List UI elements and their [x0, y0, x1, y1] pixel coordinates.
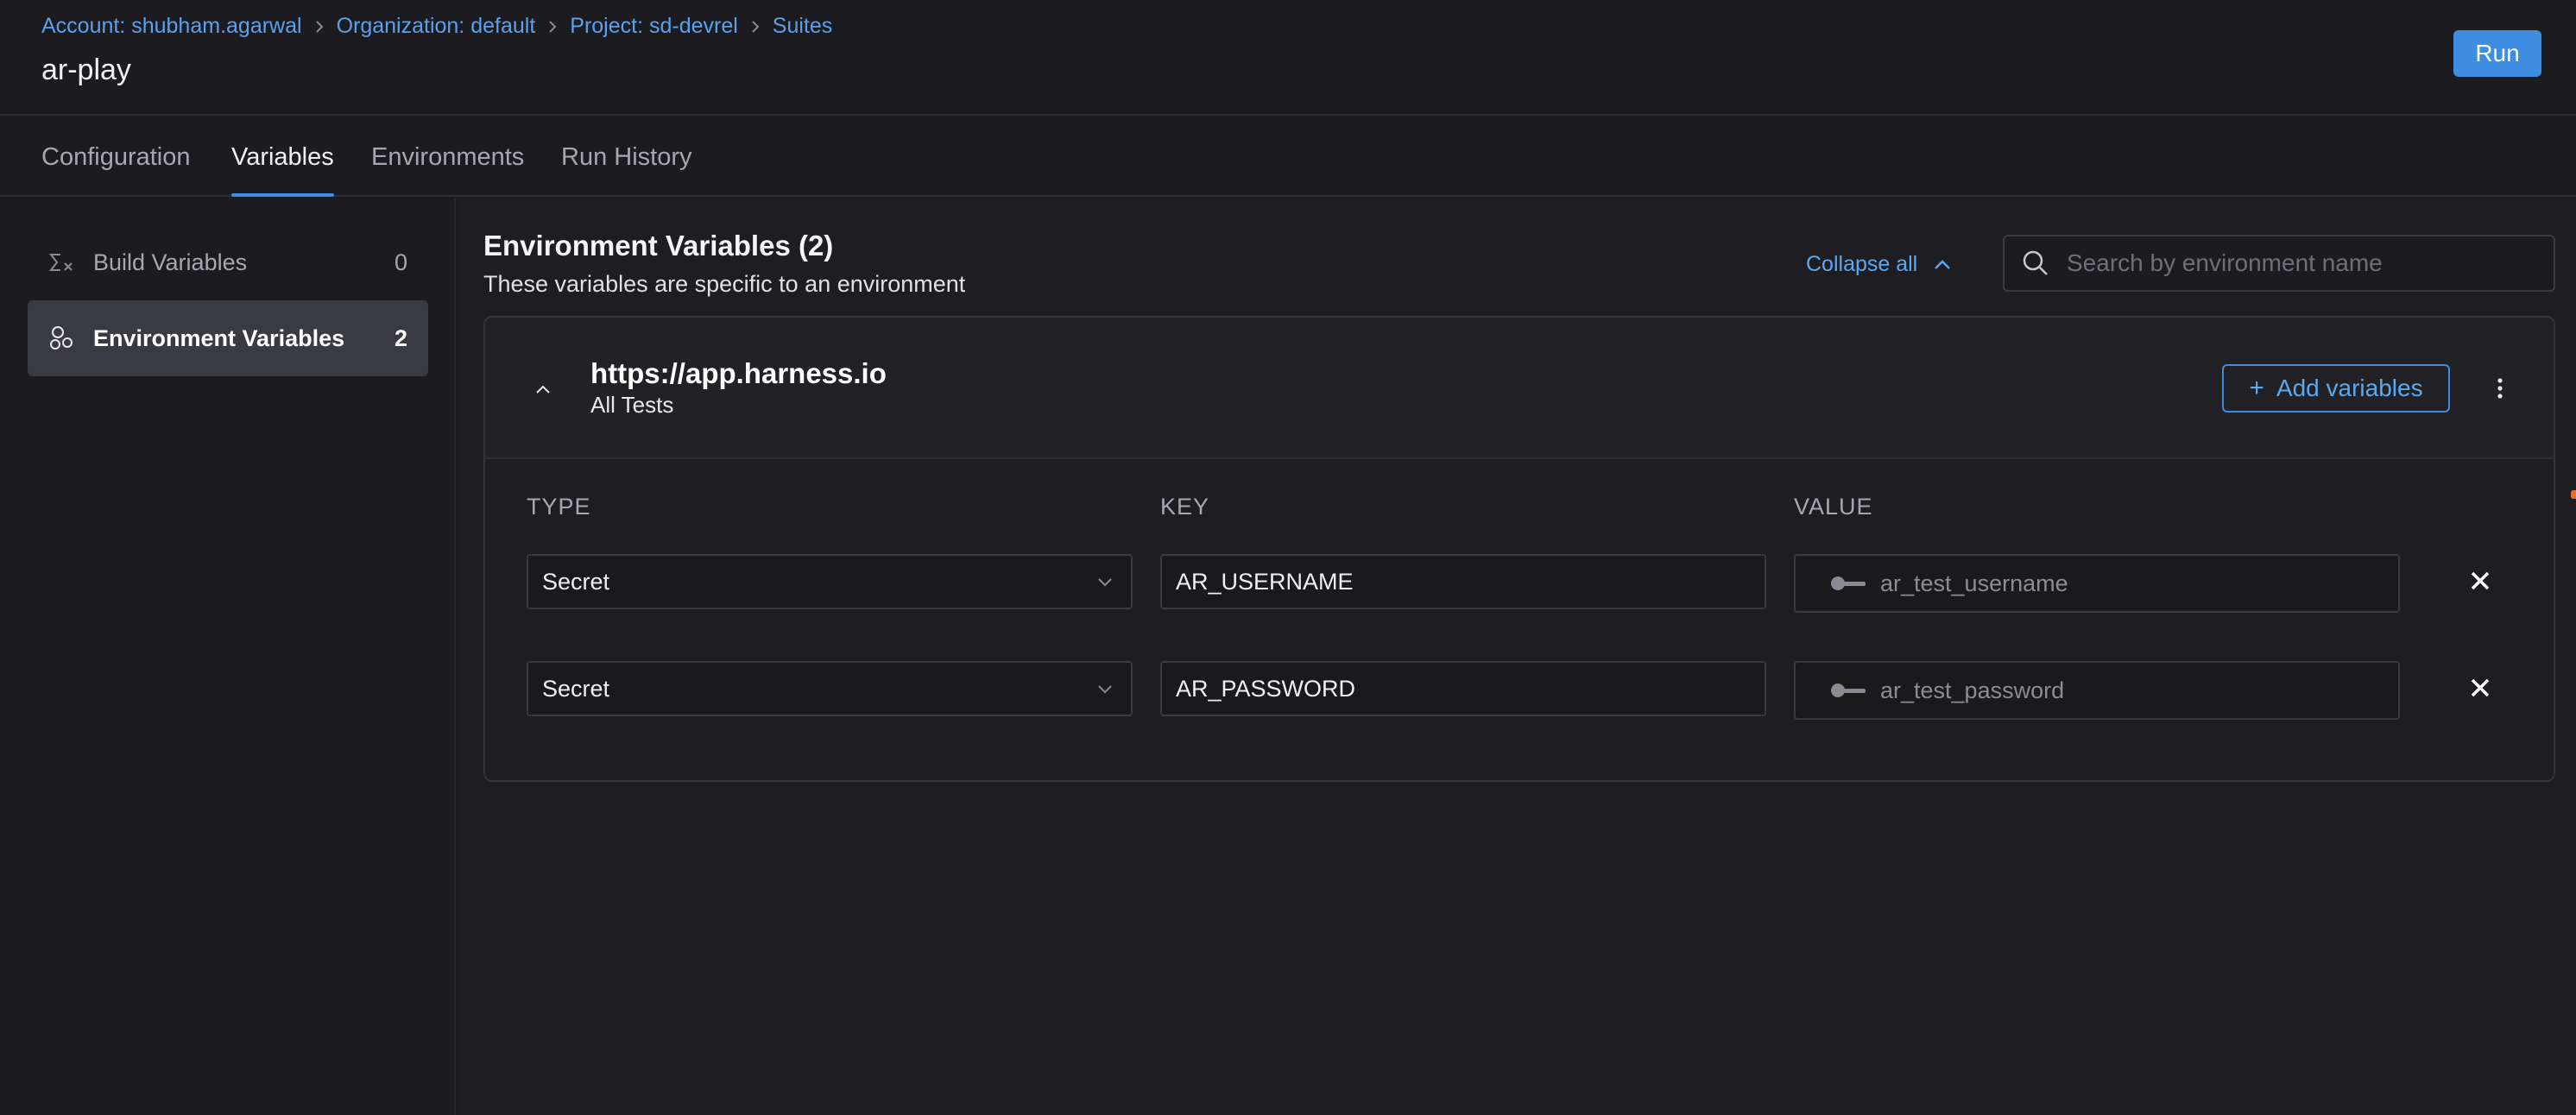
chevron-right-icon [302, 20, 337, 34]
collapse-all-label: Collapse all [1806, 252, 1918, 276]
sidebar-item-build-variables[interactable]: Build Variables 0 [28, 224, 428, 300]
column-header-type: TYPE [527, 494, 591, 520]
breadcrumb-organization[interactable]: Organization: default [337, 14, 536, 39]
sidebar-item-environment-variables[interactable]: Environment Variables 2 [28, 300, 428, 376]
column-header-key: KEY [1160, 494, 1210, 520]
sidebar-item-count: 2 [394, 324, 407, 351]
breadcrumb-account[interactable]: Account: shubham.agarwal [41, 14, 302, 39]
key-icon [1830, 682, 1868, 699]
key-icon [1830, 575, 1868, 592]
type-select[interactable]: Secret [527, 661, 1133, 716]
chevron-down-icon [1096, 683, 1114, 694]
sidebar: Build Variables 0 Environment Variables … [0, 198, 456, 1115]
section-subtitle: These variables are specific to an envir… [483, 271, 966, 297]
tab-bar: Configuration Variables Environments Run… [0, 117, 2576, 197]
run-button[interactable]: Run [2453, 30, 2541, 77]
breadcrumb: Account: shubham.agarwal Organization: d… [41, 14, 832, 39]
chevron-right-icon [738, 20, 773, 34]
edge-indicator [2571, 490, 2576, 499]
tab-configuration[interactable]: Configuration [41, 117, 191, 197]
collapse-all-button[interactable]: Collapse all [1806, 252, 1952, 277]
secret-value: ar_test_password [1880, 677, 2065, 703]
sigma-x-icon [48, 249, 74, 275]
page-header: Account: shubham.agarwal Organization: d… [0, 0, 2576, 116]
environment-card-header: https://app.harness.io All Tests + Add v… [485, 318, 2554, 459]
column-header-value: VALUE [1794, 494, 1873, 520]
close-icon[interactable] [2467, 675, 2493, 701]
type-select[interactable]: Secret [527, 554, 1133, 609]
tab-variables[interactable]: Variables [231, 117, 334, 197]
sidebar-item-label: Build Variables [93, 249, 248, 275]
environment-scope: All Tests [590, 392, 674, 418]
breadcrumb-project[interactable]: Project: sd-devrel [570, 14, 738, 39]
secret-value: ar_test_username [1880, 570, 2068, 596]
sidebar-item-label: Environment Variables [93, 324, 345, 351]
environment-card: https://app.harness.io All Tests + Add v… [483, 316, 2555, 782]
chevron-right-icon [535, 20, 570, 34]
chevron-down-icon [1096, 576, 1114, 587]
page-title: ar-play [41, 54, 131, 86]
secret-value-field[interactable]: ar_test_username [1794, 554, 2400, 613]
chevron-up-icon[interactable] [532, 378, 554, 400]
search-input[interactable] [2067, 249, 2550, 277]
add-variables-button[interactable]: + Add variables [2222, 364, 2450, 413]
add-variables-label: Add variables [2276, 375, 2423, 401]
main-content: Environment Variables (2) These variable… [458, 198, 2576, 1115]
chevron-up-icon [1933, 259, 1952, 271]
search-icon [2022, 249, 2049, 277]
key-input[interactable]: AR_USERNAME [1160, 554, 1766, 609]
section-title: Environment Variables (2) [483, 230, 834, 261]
tab-run-history[interactable]: Run History [561, 117, 692, 197]
sidebar-item-count: 0 [394, 249, 407, 275]
environment-name: https://app.harness.io [590, 357, 887, 389]
plus-icon: + [2249, 374, 2264, 402]
breadcrumb-suites[interactable]: Suites [773, 14, 832, 39]
type-select-value: Secret [542, 568, 610, 595]
close-icon[interactable] [2467, 568, 2493, 594]
environment-nodes-icon [48, 325, 74, 351]
more-options-icon[interactable] [2491, 375, 2509, 402]
type-select-value: Secret [542, 675, 610, 702]
secret-value-field[interactable]: ar_test_password [1794, 661, 2400, 720]
tab-environments[interactable]: Environments [371, 117, 524, 197]
search-box [2003, 235, 2555, 292]
key-input[interactable]: AR_PASSWORD [1160, 661, 1766, 716]
